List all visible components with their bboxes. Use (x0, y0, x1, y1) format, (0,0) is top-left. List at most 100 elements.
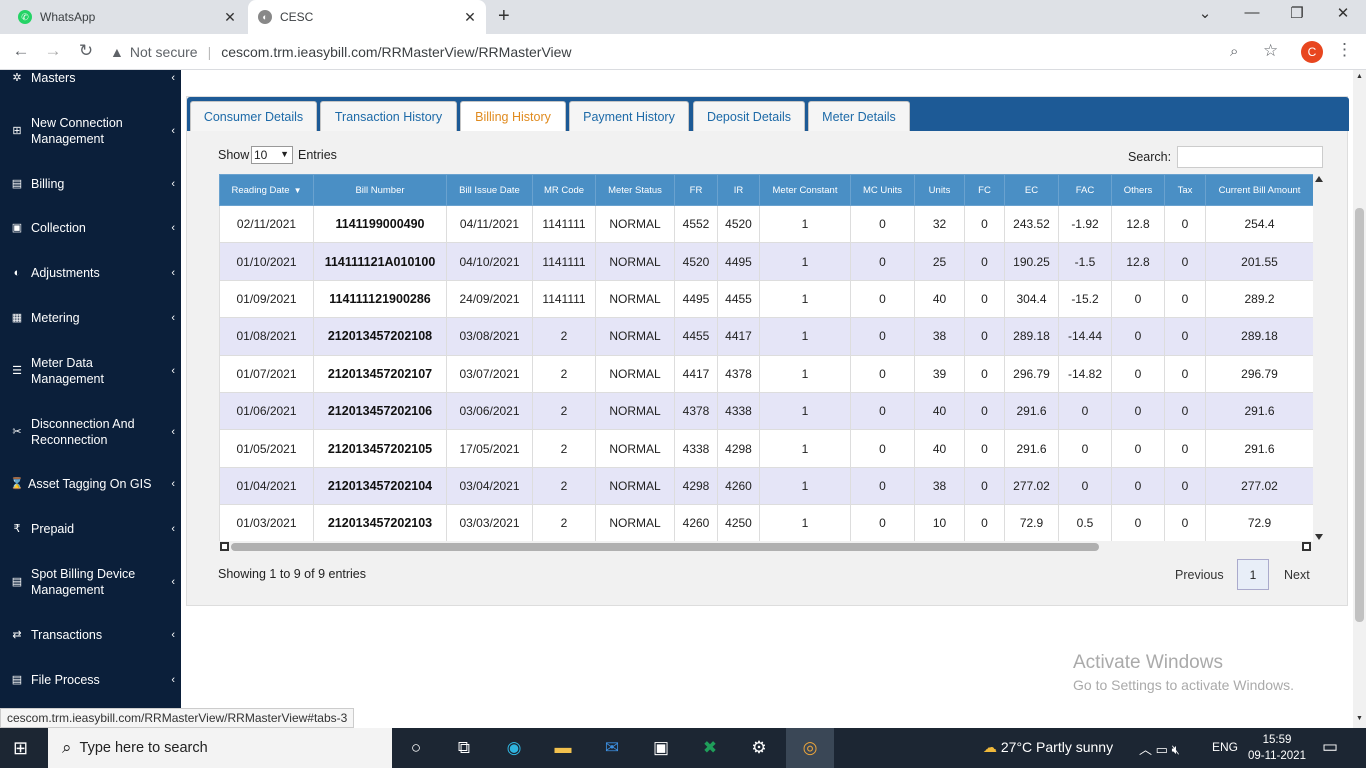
scroll-up-arrow[interactable] (1315, 176, 1323, 182)
table-row[interactable]: 01/07/2021 212013457202107 03/07/2021 2 NORM… (219, 354, 1313, 393)
page-scroll-thumb[interactable] (1355, 208, 1364, 622)
system-tray[interactable]: ︿ ▭ 🔇︎ (1139, 739, 1180, 758)
sidebar-item-new-connection[interactable]: ⊞ New Connection Management ‹ (0, 115, 181, 147)
task-view-icon[interactable]: ⧉ (452, 736, 476, 760)
column-header[interactable]: FAC (1058, 174, 1112, 206)
previous-button[interactable]: Previous (1175, 568, 1224, 582)
scroll-thumb[interactable] (231, 543, 1099, 551)
tab-deposit-details[interactable]: Deposit Details (693, 101, 805, 131)
network-icon[interactable]: ▭ (1156, 742, 1168, 757)
browser-tab-whatsapp[interactable]: ✆ WhatsApp ✕ (8, 0, 246, 34)
menu-icon[interactable]: ⋮ (1336, 40, 1353, 60)
table-horizontal-scrollbar[interactable] (219, 541, 1312, 553)
language-indicator[interactable]: ENG (1212, 740, 1238, 754)
excel-icon[interactable]: ✖ (698, 736, 722, 760)
weather-widget[interactable]: ☁ 27°C Partly sunny (983, 739, 1113, 756)
sidebar-item-asset-tagging[interactable]: ⌛ Asset Tagging On GIS ‹ (0, 476, 181, 492)
table-row[interactable]: 01/10/2021 114111121A010100 04/10/2021 1141… (219, 242, 1313, 281)
scroll-right-arrow[interactable] (1302, 542, 1311, 551)
table-vertical-scrollbar[interactable] (1314, 174, 1324, 542)
tab-billing-history[interactable]: Billing History (460, 101, 566, 131)
browser-tab-cesc[interactable]: ◐ CESC ✕ (248, 0, 486, 34)
minimize-button[interactable]: — (1237, 4, 1267, 21)
sidebar-item-billing[interactable]: ▤ Billing ‹ (0, 176, 181, 192)
column-header[interactable]: IR (717, 174, 760, 206)
sidebar-item-meter-data[interactable]: ☰ Meter Data Management ‹ (0, 355, 181, 387)
back-icon[interactable]: ← (10, 41, 32, 61)
scroll-up-arrow[interactable]: ▲ (1356, 73, 1363, 80)
column-header[interactable]: Tax (1164, 174, 1206, 206)
zoom-icon[interactable]: ⌕ (1230, 43, 1238, 60)
sidebar-item-prepaid[interactable]: ₹ Prepaid ‹ (0, 521, 181, 537)
file-explorer-icon[interactable]: ▬ (551, 736, 575, 760)
table-row[interactable]: 01/05/2021 212013457202105 17/05/2021 2 NORM… (219, 429, 1313, 468)
cortana-icon[interactable]: ○ (404, 736, 428, 760)
taskbar-clock[interactable]: 15:59 09-11-2021 (1248, 732, 1306, 764)
scroll-down-arrow[interactable] (1315, 534, 1323, 540)
scroll-left-arrow[interactable] (220, 542, 229, 551)
store-icon[interactable]: ▣ (649, 736, 673, 760)
table-row[interactable]: 01/09/2021 114111121900286 24/09/2021 11411… (219, 279, 1313, 319)
page-1-button[interactable]: 1 (1237, 559, 1269, 590)
forward-icon[interactable]: → (42, 41, 64, 61)
table-cell: 0 (964, 317, 1005, 356)
mail-icon[interactable]: ✉ (600, 736, 624, 760)
table-row[interactable]: 01/04/2021 212013457202104 03/04/2021 2 NORM… (219, 466, 1313, 506)
column-header[interactable]: MR Code (532, 174, 596, 206)
next-button[interactable]: Next (1284, 568, 1310, 582)
column-header[interactable]: Reading Date ▼ (219, 174, 314, 206)
column-header[interactable]: Current Bill Amount (1205, 174, 1313, 206)
sidebar-item-transactions[interactable]: ⇄ Transactions ‹ (0, 627, 181, 643)
column-header[interactable]: Others (1111, 174, 1165, 206)
edge-icon[interactable]: ◉ (502, 736, 526, 760)
column-header[interactable]: Meter Constant (759, 174, 851, 206)
tab-consumer-details[interactable]: Consumer Details (190, 101, 317, 131)
tab-payment-history[interactable]: Payment History (569, 101, 689, 131)
close-window-button[interactable]: ✕ (1328, 4, 1358, 22)
profile-avatar[interactable]: C (1301, 41, 1323, 63)
tab-transaction-history[interactable]: Transaction History (320, 101, 457, 131)
column-header[interactable]: Meter Status (595, 174, 675, 206)
sidebar-item-file-process[interactable]: ▤ File Process ‹ (0, 672, 181, 688)
notification-icon[interactable]: ▭ (1322, 737, 1338, 757)
close-icon[interactable]: ✕ (222, 9, 238, 26)
sidebar-item-adjustments[interactable]: ◐ Adjustments ‹ (0, 265, 181, 281)
settings-gear-icon[interactable]: ⚙ (747, 736, 771, 760)
sidebar-item-spot-billing[interactable]: ▤ Spot Billing Device Management ‹ (0, 566, 181, 598)
taskbar-search-box[interactable]: ⌕ Type here to search (48, 728, 392, 768)
column-header[interactable]: FR (674, 174, 718, 206)
tab-search-icon[interactable]: ⌄ (1190, 4, 1220, 22)
sort-desc-icon[interactable]: ▼ (294, 186, 302, 195)
reload-icon[interactable]: ↻ (75, 41, 97, 61)
sidebar-item-masters[interactable]: ✲ Masters ‹ (0, 70, 181, 86)
column-header[interactable]: EC (1004, 174, 1059, 206)
speaker-muted-icon[interactable]: 🔇︎ (1172, 742, 1180, 757)
maximize-button[interactable]: ❐ (1282, 4, 1312, 22)
table-row[interactable]: 02/11/2021 1141199000490 04/11/2021 1141111… (219, 204, 1313, 244)
chevron-up-icon[interactable]: ︿ (1139, 742, 1152, 757)
close-icon[interactable]: ✕ (462, 9, 478, 26)
page-scrollbar[interactable]: ▲ ▼ (1353, 70, 1366, 728)
sidebar-item-metering[interactable]: ▦ Metering ‹ (0, 310, 181, 326)
scroll-down-arrow[interactable]: ▼ (1356, 715, 1363, 722)
table-row[interactable]: 01/08/2021 212013457202108 03/08/2021 2 NORM… (219, 317, 1313, 356)
table-row[interactable]: 01/06/2021 212013457202106 03/06/2021 2 NORM… (219, 391, 1313, 431)
url-box[interactable]: ▲ Not secure | cescom.trm.ieasybill.com/… (110, 38, 1290, 66)
tab-meter-details[interactable]: Meter Details (808, 101, 910, 131)
entries-select[interactable]: 10 ▼ (251, 146, 293, 164)
chrome-icon[interactable]: ◎ (786, 728, 834, 768)
windows-start-icon[interactable]: ⊞ (13, 738, 28, 759)
bookmark-star-icon[interactable]: ☆ (1263, 41, 1278, 61)
sidebar-item-disconnection[interactable]: ✂ Disconnection And Reconnection ‹ (0, 416, 181, 448)
column-header[interactable]: FC (964, 174, 1005, 206)
column-header[interactable]: Units (914, 174, 965, 206)
column-header[interactable]: Bill Issue Date (446, 174, 533, 206)
column-header[interactable]: Bill Number (313, 174, 447, 206)
column-header[interactable]: MC Units (850, 174, 915, 206)
sidebar-item-collection[interactable]: ▣ Collection ‹ (0, 220, 181, 236)
table-cell: 03/08/2021 (446, 317, 533, 356)
new-tab-button[interactable]: + (498, 5, 510, 28)
table-row[interactable]: 01/03/2021 212013457202103 03/03/2021 2 NORM… (219, 504, 1313, 542)
search-input[interactable] (1177, 146, 1323, 168)
url-text[interactable]: cescom.trm.ieasybill.com/RRMasterView/RR… (221, 44, 571, 60)
